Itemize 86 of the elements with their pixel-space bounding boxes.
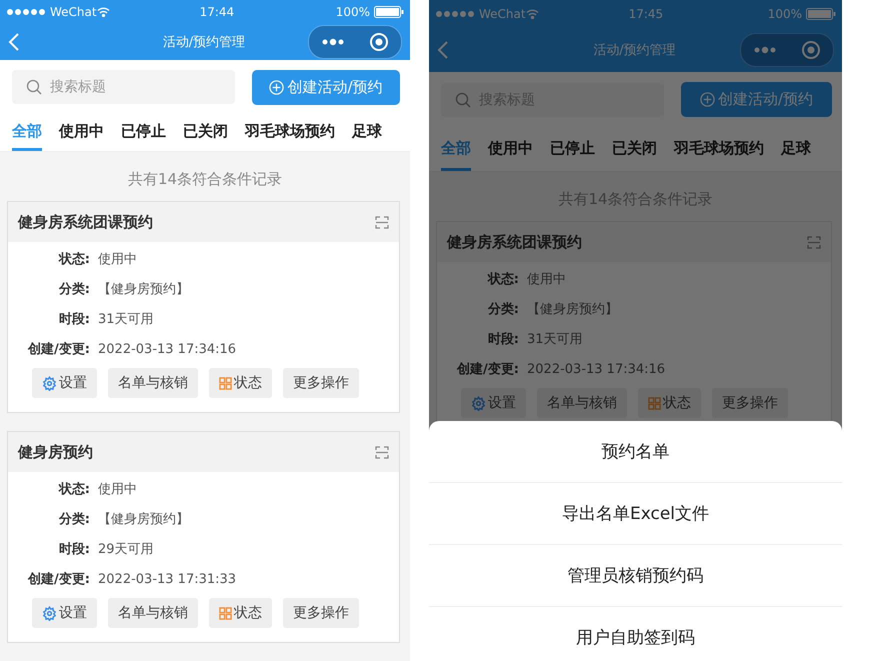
filter-tab[interactable]: 已停止	[550, 125, 595, 171]
field-value: 【健身房预约】	[98, 511, 189, 528]
record-circle-icon	[368, 32, 388, 52]
scan-frame-icon[interactable]	[807, 236, 821, 248]
filter-tab[interactable]: 已关闭	[612, 125, 657, 171]
field-label: 创建/变更:	[26, 340, 90, 358]
filter-tab[interactable]: 使用中	[488, 125, 533, 171]
field-value: 29天可用	[98, 541, 154, 558]
filter-tab[interactable]: 使用中	[59, 112, 104, 151]
field-label: 时段:	[58, 541, 90, 558]
grid-icon	[648, 396, 661, 410]
field-value: 2022-03-13 17:34:16	[98, 342, 236, 356]
field-value: 2022-03-13 17:34:16	[527, 362, 666, 376]
page-title: 活动/预约管理	[162, 34, 246, 51]
field-value: 31天可用	[98, 311, 154, 328]
action-sheet-item[interactable]: 管理员核销预约码	[429, 545, 842, 607]
signal-dots-icon	[6, 8, 46, 16]
field-value: 【健身房预约】	[98, 281, 189, 298]
battery-percent: 100%	[336, 4, 370, 19]
card-action-button[interactable]: 更多操作	[283, 598, 359, 628]
battery-icon	[374, 6, 404, 18]
field-label: 创建/变更:	[26, 570, 90, 588]
card-action-button[interactable]: 更多操作	[283, 368, 359, 398]
card-action-button[interactable]: 名单与核销	[108, 598, 198, 628]
more-dots-icon	[322, 38, 344, 46]
filter-tab[interactable]: 羽毛球场预约	[674, 125, 764, 171]
field-label: 状态:	[57, 481, 90, 498]
status-time: 17:45	[628, 7, 664, 21]
menu-capsule[interactable]	[740, 33, 834, 67]
back-icon[interactable]	[8, 32, 20, 52]
card-action-button[interactable]: 设置	[32, 598, 97, 628]
wifi-icon	[526, 9, 539, 19]
search-icon	[455, 92, 471, 108]
record-count: 共有14条符合条件记录	[126, 170, 284, 189]
search-field[interactable]: 搜索标题	[12, 70, 235, 104]
grid-icon	[219, 376, 232, 390]
field-value: 【健身房预约】	[527, 301, 618, 318]
field-value: 31天可用	[527, 331, 583, 348]
field-label: 状态:	[486, 271, 519, 288]
grid-icon	[219, 606, 232, 620]
field-label: 时段:	[58, 311, 90, 328]
card-action-button[interactable]: 名单与核销	[108, 368, 198, 398]
action-sheet-item[interactable]: 用户自助签到码	[429, 607, 842, 661]
field-value: 使用中	[98, 251, 137, 268]
search-icon	[26, 79, 42, 96]
field-label: 创建/变更:	[456, 360, 519, 378]
scan-frame-icon[interactable]	[375, 446, 389, 458]
field-label: 分类:	[486, 301, 519, 318]
card-title: 健身房预约	[18, 442, 93, 462]
card-action-button[interactable]: 设置	[32, 368, 97, 398]
filter-tab[interactable]: 已关闭	[183, 112, 228, 151]
filter-tab[interactable]: 羽毛球场预约	[245, 112, 335, 151]
carrier-name: WeChat	[479, 7, 526, 21]
filter-tab[interactable]: 足球	[781, 125, 811, 171]
back-icon[interactable]	[437, 40, 449, 60]
field-value: 使用中	[98, 481, 137, 498]
filter-tab[interactable]: 足球	[352, 112, 382, 151]
gear-icon	[471, 396, 486, 410]
page-title: 活动/预约管理	[592, 42, 677, 59]
menu-capsule[interactable]	[308, 24, 402, 59]
carrier-name: WeChat	[50, 4, 97, 19]
plus-circle-icon	[269, 80, 284, 95]
field-label: 分类:	[58, 511, 90, 528]
card-action-button[interactable]: 状态	[209, 598, 272, 628]
action-sheet-item[interactable]: 导出名单Excel文件	[429, 483, 842, 545]
field-value: 使用中	[527, 271, 566, 288]
status-time: 17:44	[200, 4, 236, 19]
card-title: 健身房系统团课预约	[447, 232, 582, 252]
card-title: 健身房系统团课预约	[18, 212, 153, 232]
action-sheet-item[interactable]: 预约名单	[429, 421, 842, 483]
field-label: 状态:	[57, 251, 90, 268]
filter-tab[interactable]: 已停止	[121, 112, 166, 151]
field-label: 时段:	[486, 331, 519, 348]
scan-frame-icon[interactable]	[375, 216, 389, 228]
record-circle-icon	[800, 40, 820, 60]
battery-icon	[806, 8, 836, 20]
card-action-button[interactable]: 状态	[209, 368, 272, 398]
plus-circle-icon	[700, 92, 715, 107]
wifi-icon	[96, 6, 110, 17]
field-value: 2022-03-13 17:31:33	[98, 572, 236, 586]
gear-icon	[42, 376, 57, 390]
signal-dots-icon	[435, 10, 475, 18]
battery-percent: 100%	[768, 7, 802, 21]
gear-icon	[42, 606, 57, 620]
field-label: 分类:	[58, 281, 90, 298]
more-dots-icon	[754, 46, 776, 54]
